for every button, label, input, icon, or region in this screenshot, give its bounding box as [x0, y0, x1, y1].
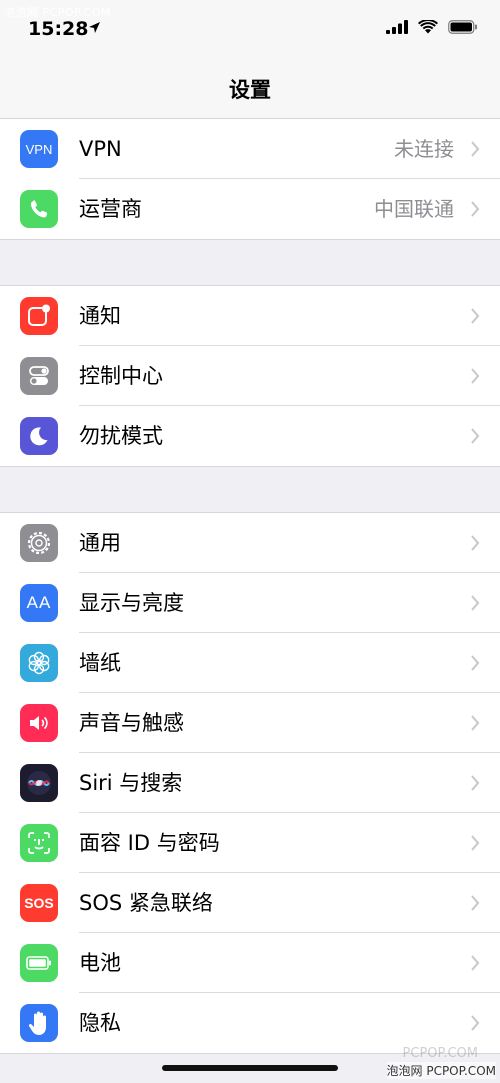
settings-row-carrier[interactable]: 运营商 中国联通	[0, 179, 500, 239]
settings-row-siri[interactable]: Siri 与搜索	[0, 753, 500, 813]
phone-icon	[20, 190, 58, 228]
row-label: 电池	[79, 951, 121, 975]
settings-row-face-id[interactable]: 面容 ID 与密码	[0, 813, 500, 873]
speaker-icon	[20, 704, 58, 742]
chevron-right-icon	[471, 535, 480, 551]
wifi-icon	[418, 20, 438, 34]
settings-row-general[interactable]: 通用	[0, 513, 500, 573]
chevron-right-icon	[471, 308, 480, 324]
settings-row-vpn[interactable]: VPN VPN 未连接	[0, 119, 500, 179]
row-value: 未连接	[394, 137, 454, 161]
control-center-icon	[20, 357, 58, 395]
hand-icon	[20, 1004, 58, 1042]
status-and-nav-bar: 泡泡网 PCPOP.COM 15:28 设置	[0, 0, 500, 119]
settings-row-wallpaper[interactable]: 墙纸	[0, 633, 500, 693]
settings-row-display[interactable]: AA 显示与亮度	[0, 573, 500, 633]
chevron-right-icon	[471, 368, 480, 384]
row-label: 通知	[79, 304, 121, 328]
row-label: 墙纸	[79, 651, 121, 675]
chevron-right-icon	[471, 715, 480, 731]
settings-row-emergency-sos[interactable]: SOS SOS 紧急联络	[0, 873, 500, 933]
siri-icon	[20, 764, 58, 802]
chevron-right-icon	[471, 141, 480, 157]
sos-icon-text: SOS	[24, 895, 54, 911]
settings-row-do-not-disturb[interactable]: 勿扰模式	[0, 406, 500, 466]
page-title: 设置	[229, 78, 271, 102]
status-time: 15:28	[28, 18, 89, 40]
row-label: 声音与触感	[79, 711, 184, 735]
battery-status-icon	[448, 20, 477, 34]
faint-watermark: PCPOP.COM	[402, 1046, 478, 1061]
chevron-right-icon	[471, 835, 480, 851]
chevron-right-icon	[471, 201, 480, 217]
chevron-right-icon	[471, 655, 480, 671]
settings-row-sounds[interactable]: 声音与触感	[0, 693, 500, 753]
status-icons	[386, 20, 478, 34]
face-id-icon	[20, 824, 58, 862]
row-label: SOS 紧急联络	[79, 891, 213, 915]
settings-row-battery[interactable]: 电池	[0, 933, 500, 993]
notifications-icon	[20, 297, 58, 335]
chevron-right-icon	[471, 895, 480, 911]
sos-icon: SOS	[20, 884, 58, 922]
display-icon: AA	[20, 584, 58, 622]
row-label: 隐私	[79, 1011, 121, 1035]
row-label: 面容 ID 与密码	[79, 831, 220, 855]
gear-icon	[20, 524, 58, 562]
location-arrow-icon	[89, 22, 100, 33]
vpn-icon-text: VPN	[25, 141, 53, 157]
row-label: 显示与亮度	[79, 591, 184, 615]
settings-row-control-center[interactable]: 控制中心	[0, 346, 500, 406]
chevron-right-icon	[471, 428, 480, 444]
settings-row-notifications[interactable]: 通知	[0, 286, 500, 346]
settings-group-general: 通用 AA 显示与亮度 墙纸 声音与触感 Siri 与搜索 面容 ID 与密码 …	[0, 512, 500, 1054]
chevron-right-icon	[471, 775, 480, 791]
settings-row-privacy[interactable]: 隐私	[0, 993, 500, 1053]
home-indicator[interactable]	[162, 1065, 338, 1071]
row-label: 通用	[79, 531, 121, 555]
row-label: VPN	[79, 137, 122, 161]
row-label: 运营商	[79, 197, 142, 221]
settings-group-notifications: 通知 控制中心 勿扰模式	[0, 285, 500, 467]
settings-screen: 泡泡网 PCPOP.COM 15:28 设置 VPN VPN 未连接 运营商 中…	[0, 0, 500, 1083]
row-value: 中国联通	[374, 197, 454, 221]
display-icon-text: AA	[26, 593, 52, 612]
row-label: 控制中心	[79, 364, 163, 388]
row-label: 勿扰模式	[79, 424, 163, 448]
battery-icon	[20, 944, 58, 982]
chevron-right-icon	[471, 955, 480, 971]
vpn-icon: VPN	[20, 130, 58, 168]
row-label: Siri 与搜索	[79, 771, 183, 795]
wallpaper-icon	[20, 644, 58, 682]
chevron-right-icon	[471, 595, 480, 611]
watermark-bottom: 泡泡网 PCPOP.COM	[386, 1062, 496, 1079]
settings-group-network: VPN VPN 未连接 运营商 中国联通	[0, 118, 500, 240]
cellular-signal-icon	[386, 20, 408, 34]
chevron-right-icon	[471, 1015, 480, 1031]
moon-icon	[20, 417, 58, 455]
